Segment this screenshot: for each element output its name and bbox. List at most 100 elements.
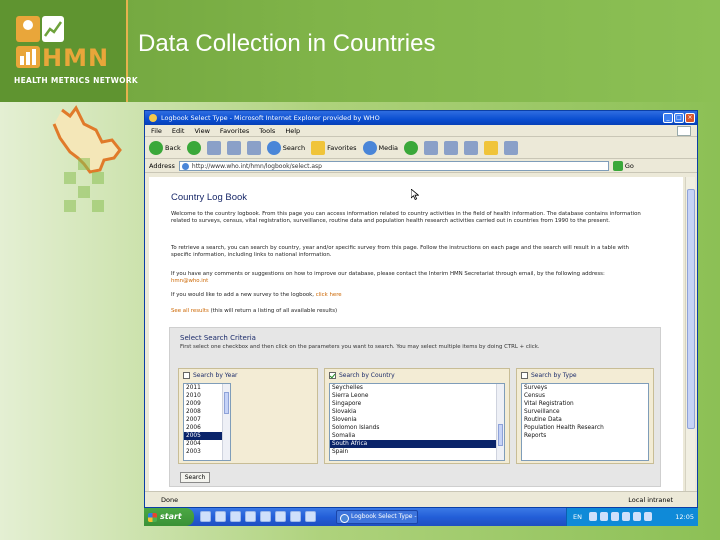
- status-bar: Done Local intranet: [145, 491, 697, 507]
- maximize-button[interactable]: □: [674, 113, 684, 123]
- battery-icon[interactable]: [644, 512, 652, 521]
- powerpoint-icon[interactable]: [275, 511, 286, 522]
- search-submit-button[interactable]: Search: [180, 472, 210, 483]
- list-item[interactable]: Routine Data: [522, 416, 648, 424]
- home-icon[interactable]: [246, 140, 261, 155]
- country-panel-header: Search by Country: [325, 369, 509, 381]
- intro-text: Welcome to the country logbook. From thi…: [171, 211, 641, 224]
- ie-launch-icon[interactable]: [215, 511, 226, 522]
- search-button[interactable]: Search: [266, 140, 306, 155]
- list-item[interactable]: Slovenia: [330, 416, 504, 424]
- minimize-button[interactable]: _: [663, 113, 673, 123]
- go-label: Go: [624, 161, 634, 170]
- mouse-cursor-icon: [411, 189, 419, 200]
- discuss-icon[interactable]: [504, 140, 519, 155]
- clock[interactable]: 12:05: [675, 508, 694, 526]
- stop-icon[interactable]: [206, 140, 221, 155]
- decorative-map-outline: [52, 105, 122, 212]
- country-listbox[interactable]: Seychelles Sierra Leone Singapore Slovak…: [329, 383, 505, 461]
- menu-favorites[interactable]: Favorites: [220, 125, 249, 136]
- list-item[interactable]: Surveillance: [522, 408, 648, 416]
- list-item[interactable]: Slovakia: [330, 408, 504, 416]
- see-all-results-link[interactable]: See all results: [171, 308, 209, 314]
- type-panel: Search by Type Surveys Census Vital Regi…: [516, 368, 654, 464]
- page-scrollbar[interactable]: [685, 177, 695, 491]
- menu-help[interactable]: Help: [285, 125, 300, 136]
- edit-icon[interactable]: [464, 140, 479, 155]
- see-all-paragraph: See all results (this will return a list…: [171, 308, 641, 315]
- list-item[interactable]: Singapore: [330, 400, 504, 408]
- folder-icon[interactable]: [484, 140, 499, 155]
- taskbar-item-ie[interactable]: Logbook Select Type -: [336, 510, 418, 524]
- favorites-button[interactable]: Favorites: [311, 140, 357, 155]
- mail-icon[interactable]: [424, 140, 439, 155]
- forward-arrow-icon: [186, 140, 201, 155]
- scroll-thumb[interactable]: [498, 424, 503, 446]
- windows-flag-icon: [677, 126, 691, 136]
- menu-view[interactable]: View: [194, 125, 209, 136]
- start-button[interactable]: start: [144, 508, 194, 526]
- type-checkbox[interactable]: [521, 371, 528, 379]
- excel-icon[interactable]: [290, 511, 301, 522]
- security-zone: Local intranet: [628, 496, 673, 504]
- show-desktop-icon[interactable]: [200, 511, 211, 522]
- list-item[interactable]: Solomon Islands: [330, 424, 504, 432]
- scroll-thumb[interactable]: [224, 392, 229, 414]
- type-label: Search by Type: [531, 371, 577, 379]
- list-item[interactable]: Seychelles: [330, 384, 504, 392]
- type-listbox[interactable]: Surveys Census Vital Registration Survei…: [521, 383, 649, 461]
- outlook-icon[interactable]: [230, 511, 241, 522]
- list-item[interactable]: Sierra Leone: [330, 392, 504, 400]
- volume-icon[interactable]: [600, 512, 608, 521]
- address-label: Address: [149, 161, 175, 170]
- explorer-icon[interactable]: [305, 511, 316, 522]
- list-item[interactable]: Surveys: [522, 384, 648, 392]
- search-label: Search: [282, 143, 306, 152]
- media-icon: [362, 140, 377, 155]
- refresh-icon[interactable]: [226, 140, 241, 155]
- criteria-title: Select Search Criteria: [180, 334, 256, 342]
- add-survey-link[interactable]: click here: [316, 292, 342, 298]
- contact-email-link[interactable]: hmn@who.int: [171, 278, 208, 284]
- year-list-scrollbar[interactable]: [222, 384, 230, 460]
- page-scroll-thumb[interactable]: [687, 189, 695, 429]
- security-icon[interactable]: [622, 512, 630, 521]
- forward-button[interactable]: [186, 140, 201, 155]
- address-input[interactable]: http://www.who.int/hmn/logbook/select.as…: [178, 160, 609, 171]
- update-icon[interactable]: [633, 512, 641, 521]
- list-item-selected[interactable]: South Africa: [330, 440, 504, 448]
- word-icon[interactable]: [260, 511, 271, 522]
- add-paragraph: If you would like to add a new survey to…: [171, 292, 641, 299]
- person-icon: [16, 16, 40, 42]
- list-item[interactable]: Population Health Research: [522, 424, 648, 432]
- antivirus-icon[interactable]: [611, 512, 619, 521]
- contact-paragraph: If you have any comments or suggestions …: [171, 271, 641, 285]
- year-listbox[interactable]: 2011 2010 2009 2008 2007 2006 2005 2004 …: [183, 383, 231, 461]
- add-text: If you would like to add a new survey to…: [171, 292, 316, 298]
- media-button[interactable]: Media: [362, 140, 398, 155]
- list-item[interactable]: Reports: [522, 432, 648, 440]
- close-button[interactable]: ×: [685, 113, 695, 123]
- list-item[interactable]: Spain: [330, 448, 504, 456]
- window-titlebar[interactable]: Logbook Select Type - Microsoft Internet…: [145, 111, 697, 125]
- history-icon[interactable]: [404, 140, 419, 155]
- print-icon[interactable]: [444, 140, 459, 155]
- address-bar: Address http://www.who.int/hmn/logbook/s…: [145, 159, 697, 173]
- media-player-icon[interactable]: [245, 511, 256, 522]
- country-checkbox[interactable]: [329, 371, 336, 379]
- list-item[interactable]: Somalia: [330, 432, 504, 440]
- list-item[interactable]: Census: [522, 392, 648, 400]
- back-button[interactable]: Back: [149, 140, 181, 155]
- slide-title: Data Collection in Countries: [138, 30, 436, 57]
- go-button[interactable]: Go: [612, 160, 634, 171]
- language-indicator[interactable]: EN: [573, 508, 582, 526]
- list-item[interactable]: Vital Registration: [522, 400, 648, 408]
- country-list-scrollbar[interactable]: [496, 384, 504, 460]
- browser-window: Logbook Select Type - Microsoft Internet…: [144, 110, 698, 508]
- menu-edit[interactable]: Edit: [172, 125, 185, 136]
- network-icon[interactable]: [589, 512, 597, 521]
- window-controls: _ □ ×: [663, 113, 695, 123]
- year-checkbox[interactable]: [183, 371, 190, 379]
- menu-file[interactable]: File: [151, 125, 162, 136]
- menu-tools[interactable]: Tools: [259, 125, 275, 136]
